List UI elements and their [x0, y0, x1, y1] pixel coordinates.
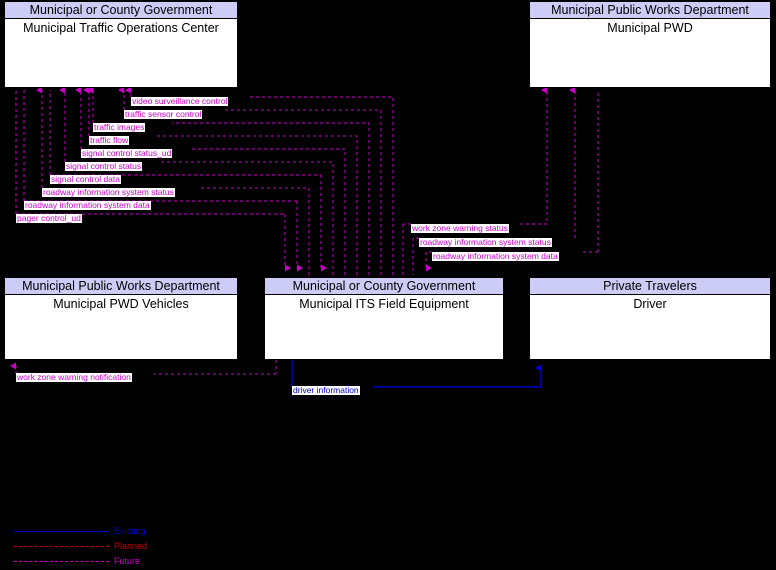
legend-label-existing: Existing [114, 526, 146, 536]
legend-row-planned: Planned [0, 539, 200, 554]
legend-swatch-future [14, 561, 109, 562]
flow-label-traffic-images[interactable]: traffic images [93, 123, 146, 132]
node-name: Municipal Traffic Operations Center [23, 21, 219, 35]
node-municipal-pwd-vehicles[interactable]: Municipal Public Works Department Munici… [4, 277, 238, 360]
flow-label-signal-control-data[interactable]: signal control data [50, 175, 121, 184]
flow-label-signal-control-status-ud[interactable]: signal control status_ud [81, 149, 173, 158]
flow-label-traffic-flow[interactable]: traffic flow [89, 136, 130, 145]
node-municipal-pwd[interactable]: Municipal Public Works Department Munici… [529, 1, 771, 88]
flow-label-video-surveillance-control[interactable]: video surveillance control [131, 97, 229, 106]
legend-row-future: Future [0, 554, 200, 569]
flow-label-roadway-information-system-status-pwd[interactable]: roadway information system status [419, 238, 552, 247]
legend: Existing Planned Future [0, 524, 200, 570]
legend-label-future: Future [114, 556, 141, 566]
node-its-field-equipment[interactable]: Municipal or County Government Municipal… [264, 277, 504, 360]
node-name: Municipal PWD Vehicles [53, 297, 189, 311]
node-stakeholder: Municipal or County Government [265, 278, 503, 295]
legend-swatch-planned [14, 546, 109, 547]
legend-swatch-existing [14, 531, 109, 532]
legend-row-existing: Existing [0, 524, 200, 539]
node-name: Driver [633, 297, 667, 311]
flow-label-pager-control-ud[interactable]: pager control_ud [16, 214, 82, 223]
node-stakeholder: Municipal Public Works Department [530, 2, 770, 19]
diagram-canvas: Municipal or County Government Municipal… [0, 0, 776, 570]
flow-label-work-zone-warning-notification[interactable]: work zone warning notification [16, 373, 132, 382]
flow-label-roadway-information-system-data-toc[interactable]: roadway information system data [24, 201, 151, 210]
node-stakeholder: Municipal or County Government [5, 2, 237, 19]
flow-label-driver-information[interactable]: driver information [292, 386, 360, 395]
flow-label-work-zone-warning-status[interactable]: work zone warning status [411, 224, 509, 233]
node-name: Municipal PWD [607, 21, 693, 35]
flow-label-signal-control-status[interactable]: signal control status [65, 162, 143, 171]
flow-label-traffic-sensor-control[interactable]: traffic sensor control [124, 110, 203, 119]
node-stakeholder: Municipal Public Works Department [5, 278, 237, 295]
node-stakeholder: Private Travelers [530, 278, 770, 295]
legend-label-planned: Planned [114, 541, 148, 551]
node-traffic-ops-center[interactable]: Municipal or County Government Municipal… [4, 1, 238, 88]
node-driver[interactable]: Private Travelers Driver [529, 277, 771, 360]
flow-label-roadway-information-system-status-toc[interactable]: roadway information system status [42, 188, 175, 197]
flow-label-roadway-information-system-data-pwd[interactable]: roadway information system data [432, 252, 559, 261]
node-name: Municipal ITS Field Equipment [299, 297, 469, 311]
